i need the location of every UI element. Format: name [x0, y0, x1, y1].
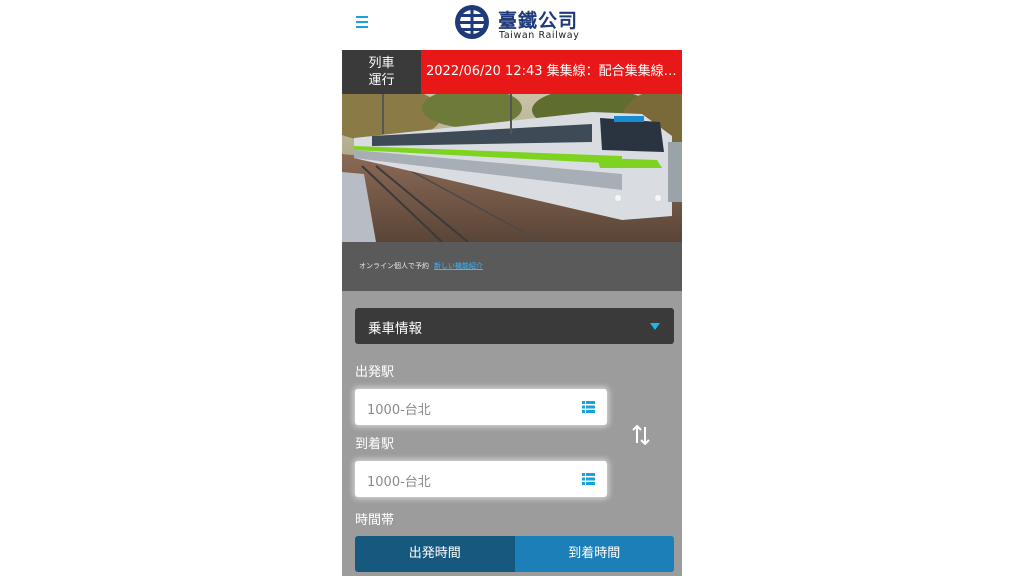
ticker-label-line2: 運行: [368, 73, 395, 88]
ride-info-select[interactable]: 乗車情報: [355, 308, 674, 344]
online-booking-text: オンライン個人で予約: [359, 262, 429, 270]
mobile-viewport: 臺鐵公司 Taiwan Railway 列車 運行 2022/06/20 12:…: [342, 0, 682, 576]
ticker-message[interactable]: 2022/06/20 12:43 集集線：配合集集線…: [421, 50, 682, 94]
caret-down-icon: [650, 323, 660, 330]
brand-name-en: Taiwan Railway: [499, 30, 580, 41]
new-features-link[interactable]: 新しい機能紹介: [434, 261, 483, 271]
ticker-label-line1: 列車: [368, 56, 395, 71]
brand-name-zh: 臺鐵公司: [498, 10, 579, 32]
station-list-icon[interactable]: [582, 401, 595, 413]
hamburger-menu-icon[interactable]: [356, 16, 368, 28]
arrival-station-input[interactable]: 1000-台北: [355, 461, 607, 497]
train-photo: [342, 94, 682, 242]
station-list-icon[interactable]: [582, 473, 595, 485]
departure-station-input[interactable]: 1000-台北: [355, 389, 607, 425]
ticket-search-form: 乗車情報 出発駅 1000-台北 到着駅 1000-台北 時間帯 出発時間 到着…: [342, 291, 682, 576]
app-header: 臺鐵公司 Taiwan Railway: [342, 0, 682, 50]
brand-logo[interactable]: 臺鐵公司 Taiwan Railway: [454, 4, 584, 44]
time-mode-toggle: 出発時間 到着時間: [355, 536, 674, 572]
railway-logo-icon: [455, 5, 489, 39]
arrival-station-value: 1000-台北: [367, 475, 431, 490]
banner-image: [342, 94, 682, 242]
departure-station-label: 出発駅: [355, 365, 395, 380]
arrival-station-label: 到着駅: [355, 437, 395, 452]
swap-stations-icon[interactable]: [632, 424, 650, 446]
departure-station-value: 1000-台北: [367, 403, 431, 418]
time-range-label: 時間帯: [355, 513, 395, 528]
booking-strip: オンライン個人で予約 新しい機能紹介: [342, 242, 682, 291]
service-news-ticker: 列車 運行 2022/06/20 12:43 集集線：配合集集線…: [342, 50, 682, 94]
departure-time-tab[interactable]: 出発時間: [355, 536, 515, 572]
ride-info-select-label: 乗車情報: [368, 321, 422, 337]
arrival-time-tab[interactable]: 到着時間: [514, 536, 674, 572]
ticker-label: 列車 運行: [342, 50, 421, 94]
